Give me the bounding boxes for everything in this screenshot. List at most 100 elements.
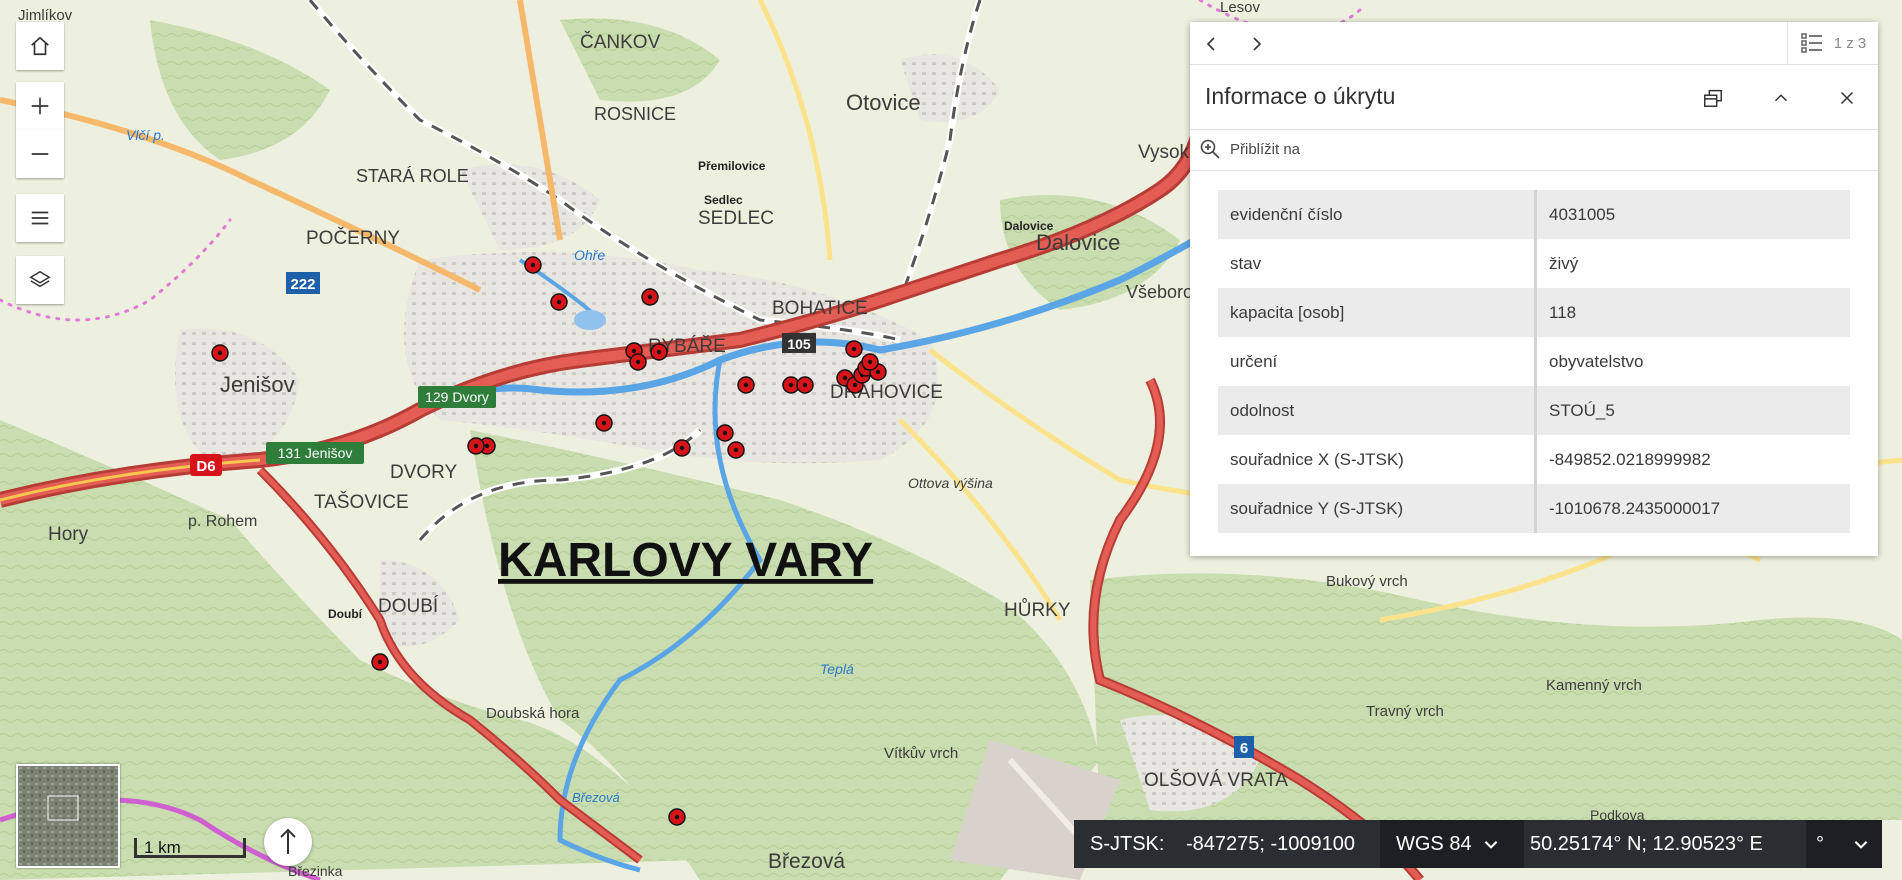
attribute-value: živý xyxy=(1537,239,1850,288)
exit-131-label: 131 Jenišov xyxy=(266,442,364,464)
attribute-key: souřadnice X (S-JTSK) xyxy=(1218,435,1537,484)
place-label: Vlčí p. xyxy=(126,127,165,143)
place-label: Otovice xyxy=(846,90,921,115)
attribute-value: -849852.0218999982 xyxy=(1537,435,1850,484)
attribute-value: obyvatelstvo xyxy=(1537,337,1850,386)
plus-icon xyxy=(31,97,49,115)
dock-icon xyxy=(1704,89,1722,107)
exit-129-label: 129 Dvory xyxy=(418,386,496,408)
hamburger-icon xyxy=(31,211,49,225)
table-row: kapacita [osob] 118 xyxy=(1218,288,1850,337)
city-title: KARLOVY VARY xyxy=(498,534,873,587)
overview-map[interactable] xyxy=(16,764,120,868)
shelter-marker[interactable] xyxy=(737,376,755,394)
shelter-marker[interactable] xyxy=(796,376,814,394)
chevron-left-icon xyxy=(1206,37,1215,51)
close-icon xyxy=(1840,91,1854,105)
attribute-key: souřadnice Y (S-JTSK) xyxy=(1218,484,1537,533)
attribute-value: 118 xyxy=(1537,288,1850,337)
chevron-up-icon xyxy=(1774,94,1788,102)
svg-text:222: 222 xyxy=(290,276,315,293)
shelter-marker[interactable] xyxy=(641,288,659,306)
attribute-value: -1010678.2435000017 xyxy=(1537,484,1850,533)
place-label: ROSNICE xyxy=(594,104,676,124)
shelter-marker[interactable] xyxy=(673,439,691,457)
shelter-marker[interactable] xyxy=(716,424,734,442)
feature-list-button[interactable]: 1 z 3 xyxy=(1787,22,1878,64)
attribute-value: 4031005 xyxy=(1537,190,1850,239)
route-105-shield: 105 xyxy=(782,333,816,353)
layers-icon xyxy=(29,270,51,288)
route-222-shield: 222 xyxy=(286,272,320,294)
zoom-out-button[interactable] xyxy=(16,130,64,178)
shelter-marker[interactable] xyxy=(650,343,668,361)
table-row: odolnost STOÚ_5 xyxy=(1218,386,1850,435)
shelter-marker[interactable] xyxy=(727,441,745,459)
place-label: Hory xyxy=(48,524,89,545)
feature-popup: 1 z 3 Informace o úkrytu Přiblížit na ev… xyxy=(1190,22,1878,556)
place-label: Doubská hora xyxy=(486,705,580,722)
zoom-to-label: Přiblížit na xyxy=(1230,140,1301,158)
place-label: Kamenný vrch xyxy=(1546,677,1642,694)
svg-text:6: 6 xyxy=(1240,740,1248,757)
route-6-shield: 6 xyxy=(1234,736,1254,758)
attribute-table: evidenční číslo 4031005 stav živý kapacita… xyxy=(1218,190,1850,533)
coordinate-conversion-bar: S-JTSK: -847275; -1009100 WGS 84 50.2517… xyxy=(1074,820,1882,868)
place-label: TAŠOVICE xyxy=(314,491,409,513)
shelter-marker[interactable] xyxy=(845,340,863,358)
shelter-marker[interactable] xyxy=(467,437,485,455)
next-feature-button[interactable] xyxy=(1242,30,1270,58)
zoom-to-action[interactable]: Přiblížit na xyxy=(1198,134,1300,164)
minus-icon xyxy=(31,153,49,155)
shelter-marker[interactable] xyxy=(668,808,686,826)
chevron-down-icon xyxy=(1484,841,1497,849)
popup-divider xyxy=(1190,170,1878,171)
coordinate-system-value: -847275; -1009100 xyxy=(1186,832,1356,855)
chevron-right-icon xyxy=(1253,37,1262,51)
format-select[interactable]: ° xyxy=(1806,820,1882,868)
place-label: Přemilovice xyxy=(698,159,766,173)
home-icon xyxy=(31,36,49,56)
place-label: Ottova výšina xyxy=(908,475,993,491)
place-label: Jenišov xyxy=(220,372,295,397)
legend-button[interactable] xyxy=(16,194,64,242)
place-label: Březová xyxy=(768,850,845,873)
format-label: ° xyxy=(1816,832,1824,855)
projection-label: WGS 84 xyxy=(1396,832,1472,855)
shelter-marker[interactable] xyxy=(595,414,613,432)
place-label: Březinka xyxy=(288,863,343,879)
place-label: Teplá xyxy=(820,661,854,677)
shelter-marker[interactable] xyxy=(524,256,542,274)
shelter-marker[interactable] xyxy=(629,353,647,371)
attribute-key: stav xyxy=(1218,239,1537,288)
zoom-in-button[interactable] xyxy=(16,82,64,130)
place-label: POČERNY xyxy=(306,227,400,249)
previous-feature-button[interactable] xyxy=(1198,30,1226,58)
shelter-marker[interactable] xyxy=(861,353,879,371)
overview-aerial-image xyxy=(18,766,118,866)
compass-button[interactable] xyxy=(264,818,312,866)
close-button[interactable] xyxy=(1832,83,1862,113)
place-label: Travný vrch xyxy=(1366,703,1444,720)
collapse-button[interactable] xyxy=(1766,83,1796,113)
place-label: DVORY xyxy=(390,462,458,483)
d6-label: D6 xyxy=(196,458,215,475)
place-label: Bukový vrch xyxy=(1326,573,1408,590)
place-label: STARÁ ROLE xyxy=(356,166,469,186)
shelter-marker[interactable] xyxy=(211,344,229,362)
attribute-key: určení xyxy=(1218,337,1537,386)
projection-select[interactable]: WGS 84 xyxy=(1380,820,1524,868)
place-label: DOUBÍ xyxy=(378,596,439,617)
place-label: Březová xyxy=(572,790,620,805)
place-label: OLŠOVÁ VRATA xyxy=(1144,769,1288,791)
chevron-down-icon xyxy=(1854,841,1868,849)
list-icon xyxy=(1801,33,1822,53)
layers-button[interactable] xyxy=(16,256,64,304)
shelter-marker[interactable] xyxy=(371,653,389,671)
scale-bar: 1 km xyxy=(134,838,246,858)
north-arrow-icon xyxy=(280,828,296,854)
shelter-marker[interactable] xyxy=(550,293,568,311)
dock-button[interactable] xyxy=(1698,83,1728,113)
svg-text:129 Dvory: 129 Dvory xyxy=(425,389,489,405)
home-button[interactable] xyxy=(16,22,64,70)
